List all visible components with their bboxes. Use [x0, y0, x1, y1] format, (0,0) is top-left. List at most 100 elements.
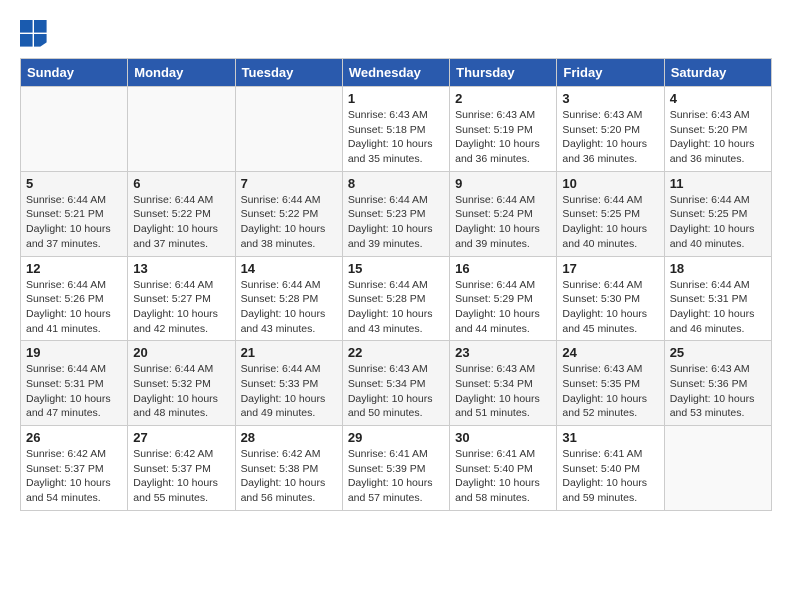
day-info: Sunrise: 6:44 AM Sunset: 5:32 PM Dayligh…	[133, 362, 229, 421]
day-of-week-header: Wednesday	[342, 59, 449, 87]
day-number: 27	[133, 430, 229, 445]
day-number: 24	[562, 345, 658, 360]
day-info: Sunrise: 6:44 AM Sunset: 5:28 PM Dayligh…	[241, 278, 337, 337]
day-number: 5	[26, 176, 122, 191]
day-info: Sunrise: 6:44 AM Sunset: 5:25 PM Dayligh…	[562, 193, 658, 252]
day-number: 23	[455, 345, 551, 360]
day-number: 19	[26, 345, 122, 360]
calendar-week-row: 19 Sunrise: 6:44 AM Sunset: 5:31 PM Dayli…	[21, 341, 772, 426]
day-of-week-header: Tuesday	[235, 59, 342, 87]
calendar-week-row: 5 Sunrise: 6:44 AM Sunset: 5:21 PM Daylig…	[21, 171, 772, 256]
day-number: 22	[348, 345, 444, 360]
day-number: 12	[26, 261, 122, 276]
day-info: Sunrise: 6:43 AM Sunset: 5:34 PM Dayligh…	[348, 362, 444, 421]
calendar-header-row: SundayMondayTuesdayWednesdayThursdayFrid…	[21, 59, 772, 87]
calendar-cell: 29 Sunrise: 6:41 AM Sunset: 5:39 PM Dayli…	[342, 426, 449, 511]
day-info: Sunrise: 6:44 AM Sunset: 5:24 PM Dayligh…	[455, 193, 551, 252]
day-number: 15	[348, 261, 444, 276]
calendar-cell: 13 Sunrise: 6:44 AM Sunset: 5:27 PM Dayli…	[128, 256, 235, 341]
calendar-cell	[664, 426, 771, 511]
day-number: 3	[562, 91, 658, 106]
day-info: Sunrise: 6:43 AM Sunset: 5:35 PM Dayligh…	[562, 362, 658, 421]
calendar-cell: 16Sunrise: 6:44 AM Sunset: 5:29 PM Dayli…	[450, 256, 557, 341]
day-info: Sunrise: 6:44 AM Sunset: 5:22 PM Dayligh…	[133, 193, 229, 252]
calendar-cell: 24 Sunrise: 6:43 AM Sunset: 5:35 PM Dayli…	[557, 341, 664, 426]
day-info: Sunrise: 6:44 AM Sunset: 5:31 PM Dayligh…	[670, 278, 766, 337]
calendar-cell: 28 Sunrise: 6:42 AM Sunset: 5:38 PM Dayli…	[235, 426, 342, 511]
day-number: 1	[348, 91, 444, 106]
day-number: 11	[670, 176, 766, 191]
day-info: Sunrise: 6:44 AM Sunset: 5:30 PM Dayligh…	[562, 278, 658, 337]
calendar-cell: 20 Sunrise: 6:44 AM Sunset: 5:32 PM Dayli…	[128, 341, 235, 426]
day-of-week-header: Thursday	[450, 59, 557, 87]
day-info: Sunrise: 6:44 AM Sunset: 5:31 PM Dayligh…	[26, 362, 122, 421]
day-info: Sunrise: 6:44 AM Sunset: 5:21 PM Dayligh…	[26, 193, 122, 252]
day-info: Sunrise: 6:43 AM Sunset: 5:20 PM Dayligh…	[670, 108, 766, 167]
day-number: 2	[455, 91, 551, 106]
calendar-cell: 22 Sunrise: 6:43 AM Sunset: 5:34 PM Dayli…	[342, 341, 449, 426]
day-number: 31	[562, 430, 658, 445]
calendar-cell: 15 Sunrise: 6:44 AM Sunset: 5:28 PM Dayli…	[342, 256, 449, 341]
day-info: Sunrise: 6:42 AM Sunset: 5:38 PM Dayligh…	[241, 447, 337, 506]
calendar-cell: 6 Sunrise: 6:44 AM Sunset: 5:22 PM Daylig…	[128, 171, 235, 256]
calendar-cell: 14 Sunrise: 6:44 AM Sunset: 5:28 PM Dayli…	[235, 256, 342, 341]
day-number: 4	[670, 91, 766, 106]
day-info: Sunrise: 6:41 AM Sunset: 5:40 PM Dayligh…	[562, 447, 658, 506]
calendar-table: SundayMondayTuesdayWednesdayThursdayFrid…	[20, 58, 772, 511]
logo	[20, 20, 52, 48]
day-info: Sunrise: 6:42 AM Sunset: 5:37 PM Dayligh…	[133, 447, 229, 506]
calendar-cell: 30 Sunrise: 6:41 AM Sunset: 5:40 PM Dayli…	[450, 426, 557, 511]
day-info: Sunrise: 6:44 AM Sunset: 5:27 PM Dayligh…	[133, 278, 229, 337]
day-number: 8	[348, 176, 444, 191]
day-number: 9	[455, 176, 551, 191]
day-info: Sunrise: 6:41 AM Sunset: 5:39 PM Dayligh…	[348, 447, 444, 506]
calendar-week-row: 12 Sunrise: 6:44 AM Sunset: 5:26 PM Dayli…	[21, 256, 772, 341]
calendar-cell: 5 Sunrise: 6:44 AM Sunset: 5:21 PM Daylig…	[21, 171, 128, 256]
day-info: Sunrise: 6:43 AM Sunset: 5:34 PM Dayligh…	[455, 362, 551, 421]
calendar-cell: 21Sunrise: 6:44 AM Sunset: 5:33 PM Dayli…	[235, 341, 342, 426]
calendar-cell: 25 Sunrise: 6:43 AM Sunset: 5:36 PM Dayli…	[664, 341, 771, 426]
day-number: 20	[133, 345, 229, 360]
calendar-week-row: 26Sunrise: 6:42 AM Sunset: 5:37 PM Dayli…	[21, 426, 772, 511]
day-info: Sunrise: 6:41 AM Sunset: 5:40 PM Dayligh…	[455, 447, 551, 506]
day-number: 17	[562, 261, 658, 276]
calendar-cell: 18 Sunrise: 6:44 AM Sunset: 5:31 PM Dayli…	[664, 256, 771, 341]
day-of-week-header: Sunday	[21, 59, 128, 87]
header	[20, 20, 772, 48]
day-number: 13	[133, 261, 229, 276]
day-info: Sunrise: 6:44 AM Sunset: 5:22 PM Dayligh…	[241, 193, 337, 252]
day-number: 30	[455, 430, 551, 445]
calendar-cell	[128, 87, 235, 172]
day-number: 28	[241, 430, 337, 445]
day-of-week-header: Saturday	[664, 59, 771, 87]
day-of-week-header: Monday	[128, 59, 235, 87]
calendar-cell: 12 Sunrise: 6:44 AM Sunset: 5:26 PM Dayli…	[21, 256, 128, 341]
calendar-cell: 7 Sunrise: 6:44 AM Sunset: 5:22 PM Daylig…	[235, 171, 342, 256]
day-number: 10	[562, 176, 658, 191]
calendar-cell: 23 Sunrise: 6:43 AM Sunset: 5:34 PM Dayli…	[450, 341, 557, 426]
calendar-cell: 10 Sunrise: 6:44 AM Sunset: 5:25 PM Dayli…	[557, 171, 664, 256]
calendar-cell: 11 Sunrise: 6:44 AM Sunset: 5:25 PM Dayli…	[664, 171, 771, 256]
day-number: 21	[241, 345, 337, 360]
day-info: Sunrise: 6:44 AM Sunset: 5:28 PM Dayligh…	[348, 278, 444, 337]
day-number: 16	[455, 261, 551, 276]
day-number: 25	[670, 345, 766, 360]
day-info: Sunrise: 6:43 AM Sunset: 5:20 PM Dayligh…	[562, 108, 658, 167]
calendar-cell: 27 Sunrise: 6:42 AM Sunset: 5:37 PM Dayli…	[128, 426, 235, 511]
calendar-cell: 3 Sunrise: 6:43 AM Sunset: 5:20 PM Daylig…	[557, 87, 664, 172]
day-info: Sunrise: 6:43 AM Sunset: 5:36 PM Dayligh…	[670, 362, 766, 421]
day-number: 14	[241, 261, 337, 276]
day-info: Sunrise: 6:42 AM Sunset: 5:37 PM Dayligh…	[26, 447, 122, 506]
day-number: 6	[133, 176, 229, 191]
day-info: Sunrise: 6:44 AM Sunset: 5:26 PM Dayligh…	[26, 278, 122, 337]
day-number: 18	[670, 261, 766, 276]
calendar-cell	[21, 87, 128, 172]
logo-icon	[20, 20, 48, 48]
day-number: 29	[348, 430, 444, 445]
calendar-cell: 17 Sunrise: 6:44 AM Sunset: 5:30 PM Dayli…	[557, 256, 664, 341]
calendar-cell: 1Sunrise: 6:43 AM Sunset: 5:18 PM Daylig…	[342, 87, 449, 172]
calendar-cell: 26Sunrise: 6:42 AM Sunset: 5:37 PM Dayli…	[21, 426, 128, 511]
calendar-cell: 19 Sunrise: 6:44 AM Sunset: 5:31 PM Dayli…	[21, 341, 128, 426]
day-number: 7	[241, 176, 337, 191]
day-info: Sunrise: 6:44 AM Sunset: 5:25 PM Dayligh…	[670, 193, 766, 252]
